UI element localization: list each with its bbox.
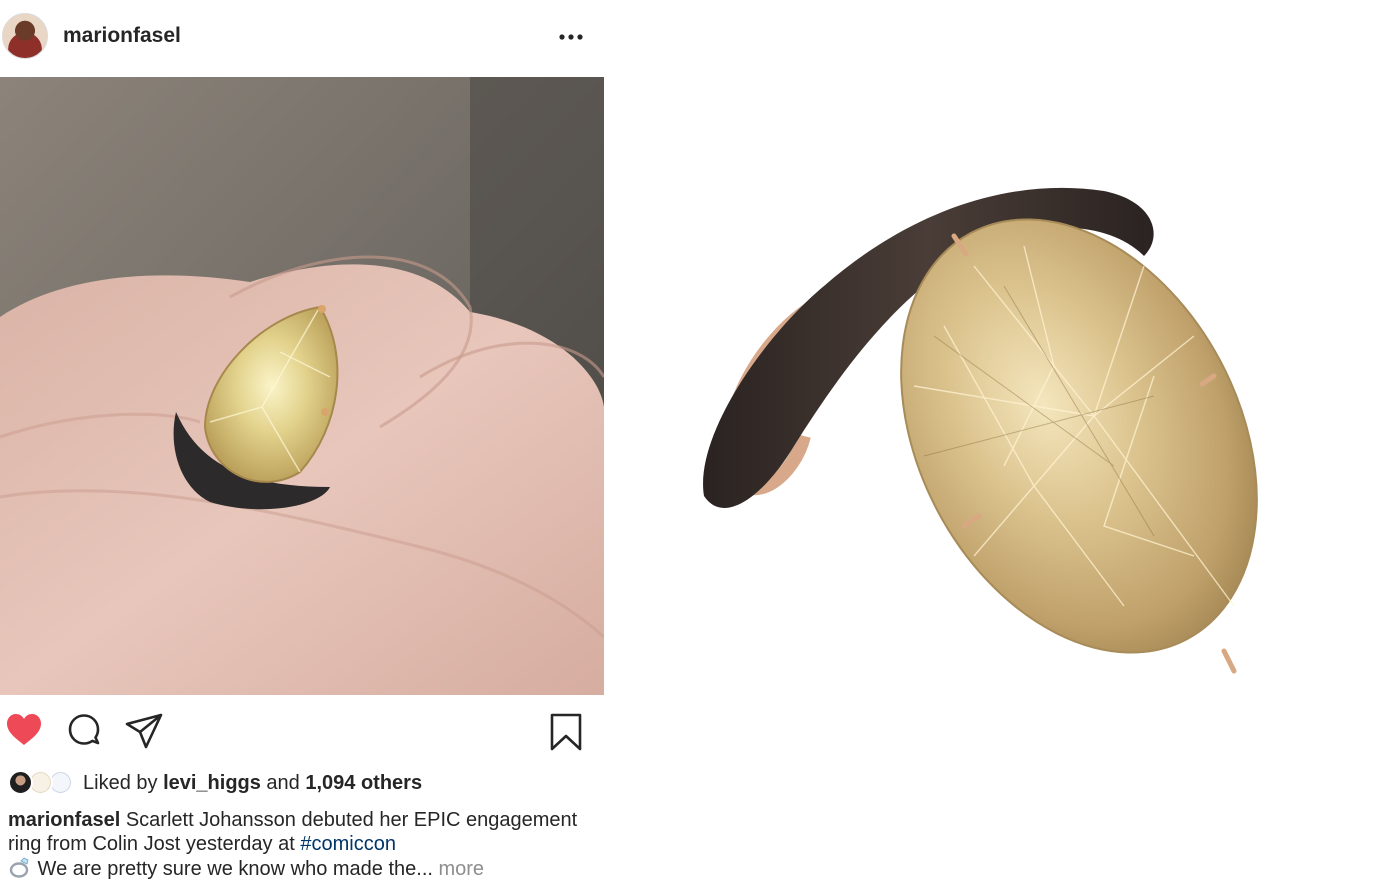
caption-text-continued: We are pretty sure we know who made the.… <box>32 858 439 880</box>
likes-prefix: Liked by <box>83 772 164 794</box>
liker-username[interactable]: levi_higgs <box>163 772 261 794</box>
caption-more-link[interactable]: more <box>438 858 484 880</box>
instagram-post: marionfasel Liked by levi_higgs and 1,09… <box>0 0 604 892</box>
caption-username[interactable]: marionfasel <box>8 809 120 831</box>
likes-row: Liked by levi_higgs and 1,094 others <box>8 768 604 798</box>
comment-icon[interactable] <box>65 712 103 750</box>
liker-avatar[interactable] <box>8 770 33 795</box>
bookmark-icon[interactable] <box>548 712 584 752</box>
likes-summary: Liked by levi_higgs and 1,094 others <box>83 772 422 795</box>
post-username[interactable]: marionfasel <box>63 24 181 48</box>
ring-icon <box>9 857 29 878</box>
hand-ring-image <box>0 77 604 695</box>
ring-product-image <box>674 136 1316 680</box>
more-horizontal-icon[interactable] <box>556 26 586 48</box>
post-photo[interactable] <box>0 77 604 695</box>
share-icon[interactable] <box>124 712 164 750</box>
caption-hashtag[interactable]: #comiccon <box>300 833 396 855</box>
profile-avatar[interactable] <box>2 13 48 59</box>
post-caption: marionfasel Scarlett Johansson debuted h… <box>8 808 598 881</box>
likes-count[interactable]: 1,094 others <box>305 772 422 794</box>
post-header: marionfasel <box>0 0 604 77</box>
heart-icon[interactable] <box>5 712 43 748</box>
ring-product-photo <box>674 136 1316 680</box>
likes-middle: and <box>260 772 306 794</box>
post-actions-bar <box>0 706 604 762</box>
